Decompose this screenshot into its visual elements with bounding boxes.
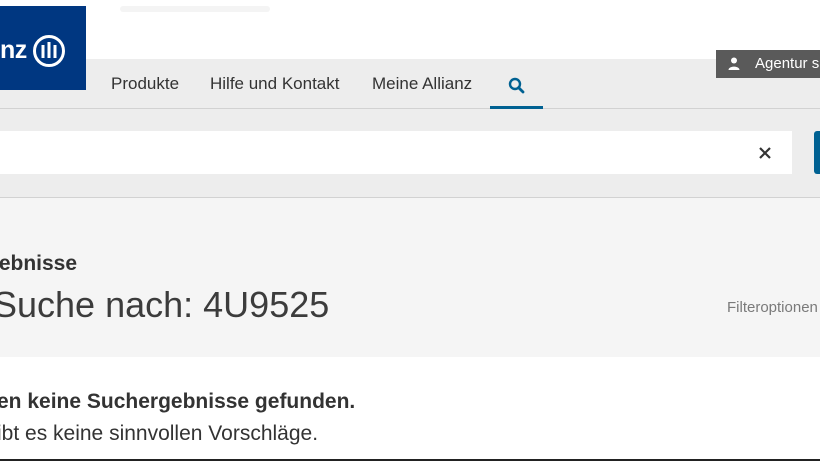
results-query-title: Suche nach: 4U9525 — [0, 284, 330, 325]
allianz-eagle-icon — [33, 35, 65, 67]
search-input[interactable] — [0, 131, 740, 174]
agency-button-label: Agentur s — [755, 55, 820, 72]
search-icon — [508, 77, 525, 94]
nav-item-hilfe-und-kontakt[interactable]: Hilfe und Kontakt — [210, 72, 339, 96]
nav-item-produkte[interactable]: Produkte — [111, 72, 179, 96]
no-results-message: en keine Suchergebnisse gefunden. — [0, 390, 356, 413]
search-box — [0, 131, 792, 174]
search-submit-button[interactable] — [814, 131, 820, 174]
person-icon — [728, 57, 740, 70]
nav-item-meine-allianz[interactable]: Meine Allianz — [372, 72, 472, 96]
top-strip — [0, 0, 820, 26]
close-icon — [759, 147, 771, 159]
agency-button[interactable]: Agentur s — [716, 50, 820, 78]
filter-options-toggle[interactable]: Filteroptionen — [727, 298, 818, 318]
clear-search-button[interactable] — [756, 144, 774, 162]
bottom-divider — [0, 459, 820, 461]
results-header — [0, 198, 820, 357]
results-heading: gebnisse — [0, 252, 78, 275]
no-suggestions-message: ibt es keine sinnvollen Vorschläge. — [0, 422, 319, 445]
top-strip-placeholder — [120, 6, 270, 12]
allianz-logo[interactable]: nz — [0, 6, 86, 90]
logo-wordmark: nz — [0, 36, 27, 64]
nav-search-tab[interactable] — [490, 70, 543, 109]
